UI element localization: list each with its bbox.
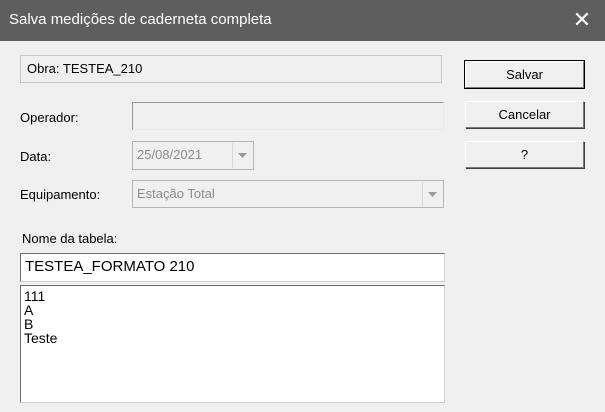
- chevron-down-icon: [428, 191, 437, 197]
- nome-tabela-value: TESTEA_FORMATO 210: [25, 258, 195, 275]
- tables-listbox[interactable]: 111 A B Teste: [20, 285, 445, 403]
- equipamento-value: Estação Total: [137, 186, 215, 201]
- date-picker[interactable]: 25/08/2021: [132, 141, 254, 170]
- date-dropdown-button[interactable]: [232, 143, 252, 168]
- operador-field[interactable]: [132, 102, 444, 130]
- nome-tabela-label: Nome da tabela:: [22, 231, 118, 246]
- operador-label: Operador:: [20, 110, 79, 125]
- title-bar[interactable]: Salva medições de caderneta completa ✕: [0, 0, 605, 41]
- close-icon: ✕: [572, 7, 592, 32]
- tables-list: 111 A B Teste: [21, 286, 444, 345]
- equipamento-label: Equipamento:: [20, 187, 101, 202]
- chevron-down-icon: [238, 153, 247, 158]
- date-value: 25/08/2021: [137, 147, 203, 162]
- equipamento-select[interactable]: Estação Total: [132, 180, 444, 208]
- close-button[interactable]: ✕: [559, 0, 605, 41]
- help-button[interactable]: ?: [465, 141, 584, 168]
- nome-tabela-input[interactable]: TESTEA_FORMATO 210: [20, 253, 445, 282]
- obra-info: Obra: TESTEA_210: [20, 55, 442, 83]
- dialog-title: Salva medições de caderneta completa: [9, 11, 272, 28]
- cancel-button[interactable]: Cancelar: [465, 101, 584, 128]
- list-item[interactable]: B: [24, 317, 444, 331]
- obra-label: Obra: TESTEA_210: [27, 61, 143, 76]
- equipamento-dropdown-button[interactable]: [422, 182, 442, 206]
- dialog-window: Salva medições de caderneta completa ✕ O…: [0, 0, 605, 412]
- list-item[interactable]: A: [24, 303, 444, 317]
- save-button[interactable]: Salvar: [464, 60, 585, 89]
- list-item[interactable]: 111: [24, 289, 444, 303]
- data-label: Data:: [20, 149, 52, 164]
- list-item[interactable]: Teste: [24, 331, 444, 345]
